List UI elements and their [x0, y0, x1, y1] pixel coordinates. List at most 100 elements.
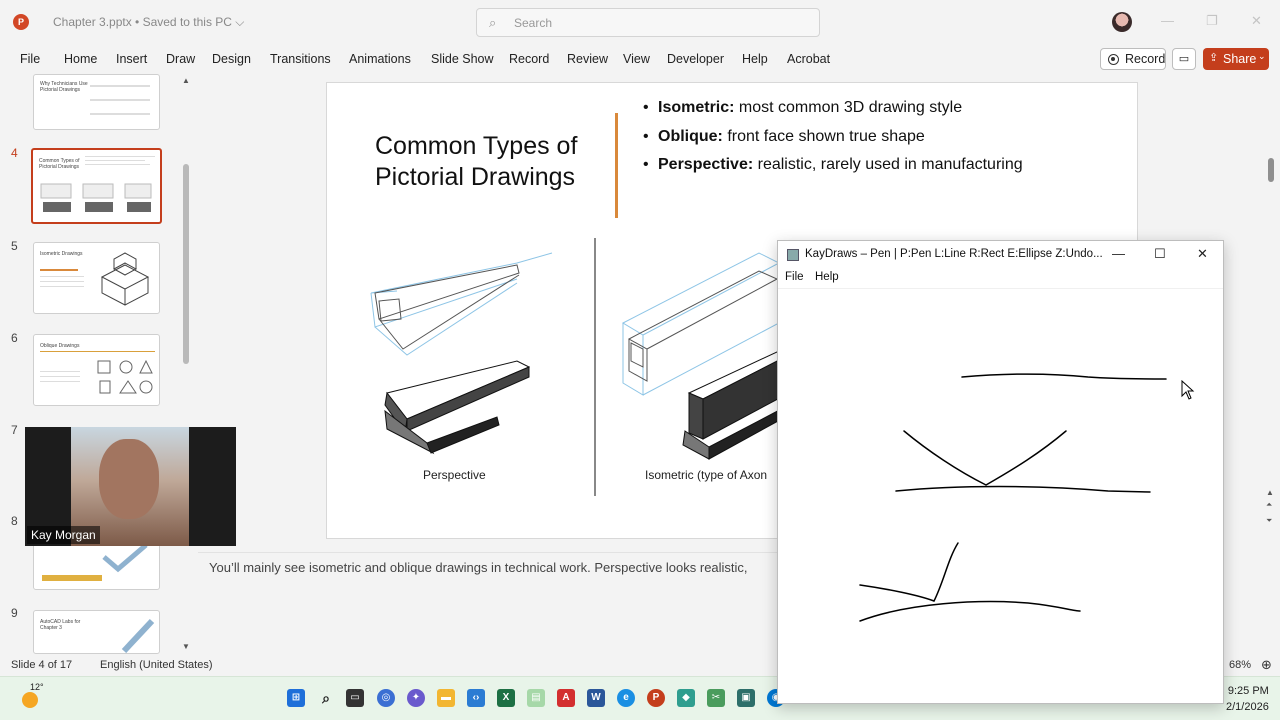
weather-widget[interactable]: 12°: [18, 682, 44, 710]
tab-home[interactable]: Home: [64, 52, 97, 66]
minimize-icon[interactable]: —: [1161, 13, 1174, 28]
slide-number-6: 6: [11, 331, 18, 345]
perspective-stapler-drawing: [370, 252, 553, 455]
kaydraws-window: KayDraws – Pen | P:Pen L:Line R:Rect E:E…: [777, 240, 1224, 704]
kaydraws-drawing-canvas[interactable]: [778, 289, 1223, 703]
document-title[interactable]: Chapter 3.pptx • Saved to this PC ⌵: [53, 15, 244, 30]
previous-slide-icon[interactable]: ⏶: [1266, 500, 1272, 510]
tab-developer[interactable]: Developer: [667, 52, 724, 66]
thumbnail-title: AutoCAD Labs for Chapter 3: [40, 619, 81, 631]
pen-stroke: [933, 542, 959, 602]
slide-thumbnail-3[interactable]: Why Technicians Use Pictorial Drawings: [33, 74, 160, 130]
zoom-level[interactable]: 68%: [1229, 659, 1251, 671]
acrobat-icon[interactable]: A: [557, 689, 575, 707]
bullet-isometric: Isometric: most common 3D drawing style: [643, 94, 1023, 123]
file-explorer-icon[interactable]: ▬: [437, 689, 455, 707]
word-icon[interactable]: W: [587, 689, 605, 707]
thumbnail-title: Oblique Drawings: [40, 343, 80, 349]
comments-button[interactable]: ▭: [1172, 48, 1196, 70]
slide-scrollbar[interactable]: [1268, 158, 1274, 182]
record-button[interactable]: Record: [1100, 48, 1166, 70]
share-button-label: Share: [1223, 52, 1257, 66]
comment-icon: ▭: [1178, 53, 1190, 65]
webcam-overlay: Kay Morgan: [25, 427, 236, 546]
language-indicator[interactable]: English (United States): [100, 659, 213, 671]
excel-icon[interactable]: X: [497, 689, 515, 707]
notes-pane[interactable]: You’ll mainly see isometric and oblique …: [198, 552, 798, 652]
clock-date: 2/1/2026: [1226, 701, 1269, 713]
slide-thumbnail-pane: Why Technicians Use Pictorial Drawings 4…: [0, 74, 198, 654]
clock-time: 9:25 PM: [1227, 685, 1269, 697]
tab-insert[interactable]: Insert: [116, 52, 147, 66]
minimize-icon[interactable]: —: [1112, 246, 1125, 261]
share-icon: ⇪: [1209, 52, 1219, 64]
thumbnail-title: Common Types of Pictorial Drawings: [39, 158, 80, 170]
next-slide-icon[interactable]: ⏷: [1266, 516, 1272, 526]
tab-help[interactable]: Help: [742, 52, 768, 66]
search-icon: ⌕: [489, 15, 497, 30]
tab-design[interactable]: Design: [212, 52, 251, 66]
speaker-notes-text: You’ll mainly see isometric and oblique …: [209, 560, 748, 575]
check-icon: [102, 543, 148, 573]
kaydraws-title-bar[interactable]: KayDraws – Pen | P:Pen L:Line R:Rect E:E…: [778, 241, 1223, 269]
bullet-list[interactable]: Isometric: most common 3D drawing style …: [643, 94, 1023, 180]
slide-thumbnail-6[interactable]: Oblique Drawings: [33, 334, 160, 406]
fit-slide-icon[interactable]: ⊕: [1261, 657, 1272, 673]
app-icon-1[interactable]: ◆: [677, 689, 695, 707]
tab-record[interactable]: Record: [509, 52, 549, 66]
copilot-icon[interactable]: ✦: [407, 689, 425, 707]
thumbnail-scrollbar[interactable]: [183, 164, 189, 364]
slide-thumbnail-4[interactable]: Common Types of Pictorial Drawings: [31, 148, 162, 224]
bullet-perspective: Perspective: realistic, rarely used in m…: [643, 151, 1023, 180]
vscode-icon[interactable]: ‹›: [467, 689, 485, 707]
app-icon-2[interactable]: ✂: [707, 689, 725, 707]
powerpoint-icon[interactable]: P: [647, 689, 665, 707]
start-icon[interactable]: ⊞: [287, 689, 305, 707]
thumbnail-isometric-shape: [100, 252, 150, 306]
menu-file[interactable]: File: [785, 271, 804, 283]
tab-transitions[interactable]: Transitions: [270, 52, 331, 66]
slide-number-9: 9: [11, 606, 18, 620]
task-view-icon[interactable]: ▭: [346, 689, 364, 707]
tab-animations[interactable]: Animations: [349, 52, 411, 66]
menu-help[interactable]: Help: [815, 271, 839, 283]
notepad-icon[interactable]: ▤: [527, 689, 545, 707]
weather-temp: 12°: [30, 682, 44, 692]
record-button-label: Record: [1125, 52, 1166, 66]
restore-icon[interactable]: ❐: [1206, 13, 1218, 29]
slide-title[interactable]: Common Types of Pictorial Drawings: [375, 131, 605, 193]
tab-acrobat[interactable]: Acrobat: [787, 52, 830, 66]
chevron-down-icon: ⌄: [1258, 51, 1266, 61]
close-icon[interactable]: ✕: [1197, 246, 1208, 262]
tab-slide-show[interactable]: Slide Show: [431, 52, 494, 66]
search-placeholder: Search: [514, 16, 553, 30]
search-icon[interactable]: ⌕: [317, 689, 335, 707]
edge-copilot-icon[interactable]: ◎: [377, 689, 395, 707]
system-clock[interactable]: 9:25 PM 2/1/2026: [1226, 683, 1269, 715]
thumbnail-drawings: [40, 183, 152, 212]
accent-bar: [615, 113, 618, 218]
close-icon[interactable]: ✕: [1251, 13, 1262, 29]
tab-review[interactable]: Review: [567, 52, 608, 66]
tab-file[interactable]: File: [20, 52, 40, 66]
pen-stroke: [903, 430, 1067, 486]
share-button[interactable]: ⇪ Share ⌄: [1203, 48, 1269, 70]
slide-number-7: 7: [11, 423, 18, 437]
scroll-up-icon[interactable]: ▲: [182, 76, 190, 85]
edge-icon[interactable]: e: [617, 689, 635, 707]
search-input[interactable]: ⌕ Search: [476, 8, 820, 37]
tab-draw[interactable]: Draw: [166, 52, 195, 66]
scroll-up-icon[interactable]: ▲: [1266, 488, 1274, 497]
slide-thumbnail-5[interactable]: Isometric Drawings: [33, 242, 160, 314]
isometric-stapler-drawing: [621, 252, 789, 460]
bullet-oblique: Oblique: front face shown true shape: [643, 123, 1023, 152]
mouse-cursor-icon: [1181, 380, 1195, 400]
maximize-icon[interactable]: ☐: [1154, 246, 1166, 262]
scroll-down-icon[interactable]: ▼: [182, 642, 190, 651]
slide-number-5: 5: [11, 239, 18, 253]
slide-thumbnail-9[interactable]: AutoCAD Labs for Chapter 3: [33, 610, 160, 654]
thumbnail-oblique-shapes: [97, 359, 153, 394]
avatar[interactable]: [1112, 12, 1132, 32]
app-icon-3[interactable]: ▣: [737, 689, 755, 707]
tab-view[interactable]: View: [623, 52, 650, 66]
